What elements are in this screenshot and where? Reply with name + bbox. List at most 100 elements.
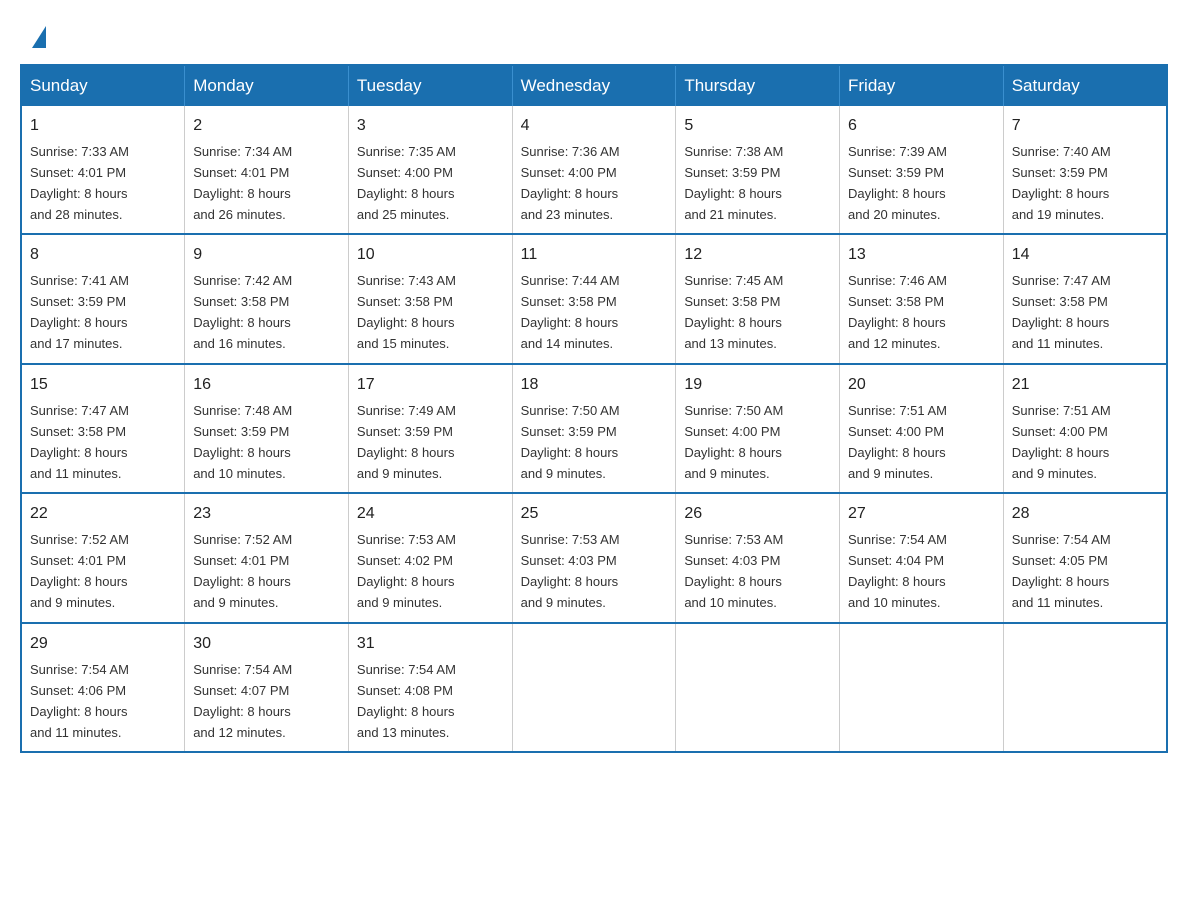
calendar-cell: 23 Sunrise: 7:52 AMSunset: 4:01 PMDayligh… [185, 493, 349, 622]
day-number: 30 [193, 632, 340, 657]
calendar-cell: 3 Sunrise: 7:35 AMSunset: 4:00 PMDaylight… [348, 106, 512, 234]
calendar-cell: 7 Sunrise: 7:40 AMSunset: 3:59 PMDaylight… [1003, 106, 1167, 234]
day-of-week-header: Friday [840, 65, 1004, 106]
calendar-week-row: 1 Sunrise: 7:33 AMSunset: 4:01 PMDaylight… [21, 106, 1167, 234]
day-number: 29 [30, 632, 176, 657]
day-info: Sunrise: 7:49 AMSunset: 3:59 PMDaylight:… [357, 403, 456, 481]
day-number: 28 [1012, 502, 1158, 527]
calendar-cell: 29 Sunrise: 7:54 AMSunset: 4:06 PMDayligh… [21, 623, 185, 752]
calendar-cell [1003, 623, 1167, 752]
day-info: Sunrise: 7:52 AMSunset: 4:01 PMDaylight:… [30, 532, 129, 610]
calendar-week-row: 15 Sunrise: 7:47 AMSunset: 3:58 PMDayligh… [21, 364, 1167, 493]
day-of-week-header: Tuesday [348, 65, 512, 106]
day-number: 7 [1012, 114, 1158, 139]
calendar-cell: 10Sunrise: 7:43 AMSunset: 3:58 PMDayligh… [348, 234, 512, 363]
calendar-cell: 6 Sunrise: 7:39 AMSunset: 3:59 PMDaylight… [840, 106, 1004, 234]
calendar-cell: 19 Sunrise: 7:50 AMSunset: 4:00 PMDayligh… [676, 364, 840, 493]
day-number: 3 [357, 114, 504, 139]
day-info: Sunrise: 7:36 AMSunset: 4:00 PMDaylight:… [521, 144, 620, 222]
day-info: Sunrise: 7:54 AMSunset: 4:05 PMDaylight:… [1012, 532, 1111, 610]
day-info: Sunrise: 7:53 AMSunset: 4:03 PMDaylight:… [521, 532, 620, 610]
calendar-cell: 30Sunrise: 7:54 AMSunset: 4:07 PMDayligh… [185, 623, 349, 752]
day-of-week-header: Wednesday [512, 65, 676, 106]
calendar-cell [676, 623, 840, 752]
day-info: Sunrise: 7:45 AMSunset: 3:58 PMDaylight:… [684, 273, 783, 351]
calendar-cell: 4 Sunrise: 7:36 AMSunset: 4:00 PMDaylight… [512, 106, 676, 234]
calendar-week-row: 29 Sunrise: 7:54 AMSunset: 4:06 PMDayligh… [21, 623, 1167, 752]
day-of-week-header: Saturday [1003, 65, 1167, 106]
day-number: 15 [30, 373, 176, 398]
day-number: 25 [521, 502, 668, 527]
day-number: 31 [357, 632, 504, 657]
day-info: Sunrise: 7:52 AMSunset: 4:01 PMDaylight:… [193, 532, 292, 610]
day-of-week-header: Thursday [676, 65, 840, 106]
calendar-cell: 5 Sunrise: 7:38 AMSunset: 3:59 PMDaylight… [676, 106, 840, 234]
day-number: 18 [521, 373, 668, 398]
day-number: 13 [848, 243, 995, 268]
logo [30, 30, 46, 46]
day-number: 16 [193, 373, 340, 398]
calendar-cell: 25 Sunrise: 7:53 AMSunset: 4:03 PMDayligh… [512, 493, 676, 622]
calendar-cell: 14 Sunrise: 7:47 AMSunset: 3:58 PMDayligh… [1003, 234, 1167, 363]
day-info: Sunrise: 7:38 AMSunset: 3:59 PMDaylight:… [684, 144, 783, 222]
calendar-cell [840, 623, 1004, 752]
day-number: 10 [357, 243, 504, 268]
day-number: 26 [684, 502, 831, 527]
day-info: Sunrise: 7:44 AMSunset: 3:58 PMDaylight:… [521, 273, 620, 351]
calendar-cell: 20 Sunrise: 7:51 AMSunset: 4:00 PMDayligh… [840, 364, 1004, 493]
day-number: 2 [193, 114, 340, 139]
day-number: 4 [521, 114, 668, 139]
day-info: Sunrise: 7:34 AMSunset: 4:01 PMDaylight:… [193, 144, 292, 222]
logo-triangle-icon [32, 26, 46, 48]
day-number: 1 [30, 114, 176, 139]
day-info: Sunrise: 7:41 AMSunset: 3:59 PMDaylight:… [30, 273, 129, 351]
day-number: 21 [1012, 373, 1158, 398]
calendar-cell: 12 Sunrise: 7:45 AMSunset: 3:58 PMDayligh… [676, 234, 840, 363]
day-info: Sunrise: 7:50 AMSunset: 3:59 PMDaylight:… [521, 403, 620, 481]
calendar-cell: 24 Sunrise: 7:53 AMSunset: 4:02 PMDayligh… [348, 493, 512, 622]
calendar-week-row: 22 Sunrise: 7:52 AMSunset: 4:01 PMDayligh… [21, 493, 1167, 622]
day-number: 8 [30, 243, 176, 268]
calendar-cell: 22 Sunrise: 7:52 AMSunset: 4:01 PMDayligh… [21, 493, 185, 622]
calendar-cell: 13Sunrise: 7:46 AMSunset: 3:58 PMDayligh… [840, 234, 1004, 363]
calendar-header-row: SundayMondayTuesdayWednesdayThursdayFrid… [21, 65, 1167, 106]
day-info: Sunrise: 7:54 AMSunset: 4:04 PMDaylight:… [848, 532, 947, 610]
day-number: 20 [848, 373, 995, 398]
day-number: 19 [684, 373, 831, 398]
calendar-cell: 31 Sunrise: 7:54 AMSunset: 4:08 PMDayligh… [348, 623, 512, 752]
day-info: Sunrise: 7:51 AMSunset: 4:00 PMDaylight:… [1012, 403, 1111, 481]
page-header [20, 20, 1168, 46]
calendar-cell: 17Sunrise: 7:49 AMSunset: 3:59 PMDayligh… [348, 364, 512, 493]
calendar-cell: 2 Sunrise: 7:34 AMSunset: 4:01 PMDaylight… [185, 106, 349, 234]
day-info: Sunrise: 7:48 AMSunset: 3:59 PMDaylight:… [193, 403, 292, 481]
day-number: 27 [848, 502, 995, 527]
day-info: Sunrise: 7:51 AMSunset: 4:00 PMDaylight:… [848, 403, 947, 481]
day-number: 5 [684, 114, 831, 139]
day-number: 6 [848, 114, 995, 139]
calendar-cell: 27 Sunrise: 7:54 AMSunset: 4:04 PMDayligh… [840, 493, 1004, 622]
calendar-cell [512, 623, 676, 752]
day-info: Sunrise: 7:42 AMSunset: 3:58 PMDaylight:… [193, 273, 292, 351]
day-info: Sunrise: 7:53 AMSunset: 4:02 PMDaylight:… [357, 532, 456, 610]
calendar-table: SundayMondayTuesdayWednesdayThursdayFrid… [20, 64, 1168, 753]
day-info: Sunrise: 7:50 AMSunset: 4:00 PMDaylight:… [684, 403, 783, 481]
calendar-cell: 21 Sunrise: 7:51 AMSunset: 4:00 PMDayligh… [1003, 364, 1167, 493]
day-number: 11 [521, 243, 668, 268]
day-number: 14 [1012, 243, 1158, 268]
day-info: Sunrise: 7:33 AMSunset: 4:01 PMDaylight:… [30, 144, 129, 222]
day-info: Sunrise: 7:47 AMSunset: 3:58 PMDaylight:… [1012, 273, 1111, 351]
day-number: 23 [193, 502, 340, 527]
calendar-cell: 1 Sunrise: 7:33 AMSunset: 4:01 PMDaylight… [21, 106, 185, 234]
day-info: Sunrise: 7:54 AMSunset: 4:06 PMDaylight:… [30, 662, 129, 740]
day-info: Sunrise: 7:40 AMSunset: 3:59 PMDaylight:… [1012, 144, 1111, 222]
calendar-cell: 15 Sunrise: 7:47 AMSunset: 3:58 PMDayligh… [21, 364, 185, 493]
day-of-week-header: Sunday [21, 65, 185, 106]
day-info: Sunrise: 7:54 AMSunset: 4:08 PMDaylight:… [357, 662, 456, 740]
day-number: 24 [357, 502, 504, 527]
calendar-cell: 11 Sunrise: 7:44 AMSunset: 3:58 PMDayligh… [512, 234, 676, 363]
day-info: Sunrise: 7:39 AMSunset: 3:59 PMDaylight:… [848, 144, 947, 222]
day-info: Sunrise: 7:47 AMSunset: 3:58 PMDaylight:… [30, 403, 129, 481]
day-number: 22 [30, 502, 176, 527]
day-info: Sunrise: 7:35 AMSunset: 4:00 PMDaylight:… [357, 144, 456, 222]
day-number: 12 [684, 243, 831, 268]
